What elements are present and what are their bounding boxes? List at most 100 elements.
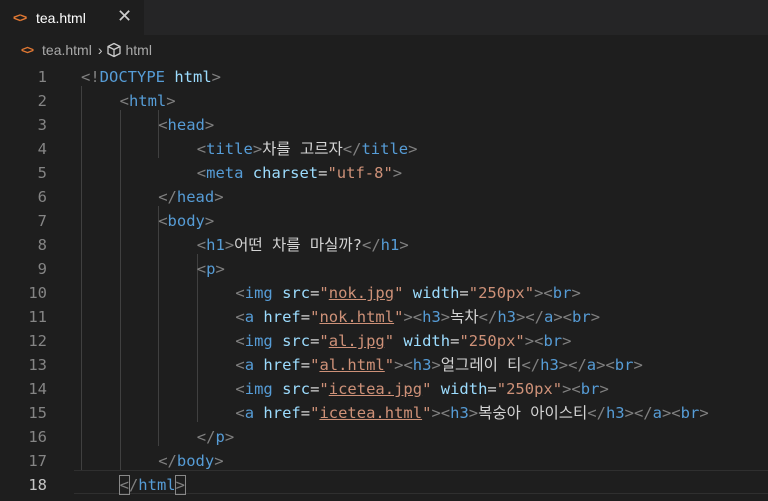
code-token: a <box>652 404 662 422</box>
code-token: br <box>680 404 700 422</box>
code-token: charset <box>243 164 319 182</box>
code-token: ></ <box>624 404 653 422</box>
code-token: a <box>586 356 597 374</box>
code-token: title <box>361 140 409 158</box>
line-number: 15 <box>28 404 47 422</box>
code-token: DOCTYPE <box>99 68 165 86</box>
code-token: br <box>614 356 634 374</box>
code-token: h1 <box>206 236 225 254</box>
code-token: " <box>319 332 329 350</box>
line-number: 16 <box>28 428 47 446</box>
code-token: </ <box>587 404 606 422</box>
code-token: < <box>235 308 245 326</box>
line-number: 7 <box>37 212 47 230</box>
line-number: 4 <box>37 140 47 158</box>
code-line[interactable]: 8 <h1>어떤 차를 마실까?</h1> <box>0 233 768 257</box>
line-number: 3 <box>37 116 47 134</box>
code-token: </ <box>342 140 362 158</box>
code-line[interactable]: 6 </head> <box>0 185 768 209</box>
code-editor[interactable]: 1 <!DOCTYPE html> 2 <html> 3 <head> 4 <title>차를… <box>0 65 768 501</box>
code-token: p <box>215 428 225 446</box>
code-token: body <box>176 452 215 470</box>
code-token: meta <box>206 164 244 182</box>
code-line[interactable]: 3 <head> <box>0 113 768 137</box>
code-line[interactable]: 1 <!DOCTYPE html> <box>0 65 768 89</box>
line-number: 10 <box>28 284 47 302</box>
code-token: >< <box>431 404 451 422</box>
code-line[interactable]: 2 <html> <box>0 89 768 113</box>
tab-tea-html[interactable]: <> tea.html ✕ <box>0 0 144 35</box>
line-number: 9 <box>37 260 47 278</box>
code-token: icetea.jpg <box>328 380 423 398</box>
code-token: h3 <box>605 404 625 422</box>
code-token: >< <box>524 332 544 350</box>
code-token: 차를 고르자 <box>262 140 343 158</box>
code-token: " <box>384 332 395 350</box>
code-token: h3 <box>540 356 559 374</box>
code-line[interactable]: 13 <a href="al.html"><h3>얼그레이 티</h3></a><… <box>0 353 768 377</box>
code-token: > <box>408 140 418 158</box>
code-token: < <box>235 404 245 422</box>
code-token: br <box>552 284 572 302</box>
code-token: html <box>165 68 212 86</box>
code-token: > <box>699 404 709 422</box>
code-text: <meta charset="utf-8"> <box>197 161 402 185</box>
code-line[interactable]: 5 <meta charset="utf-8"> <box>0 161 768 185</box>
close-icon[interactable]: ✕ <box>117 6 132 27</box>
code-text: <head> <box>158 113 214 137</box>
code-token: nok.jpg <box>328 284 395 302</box>
code-token: al.html <box>319 356 385 374</box>
code-line[interactable]: 7 <body> <box>0 209 768 233</box>
code-line[interactable]: 12 <img src="al.jpg" width="250px"><br> <box>0 329 768 353</box>
code-token: img <box>244 332 273 350</box>
code-token: a <box>244 308 255 326</box>
code-token: = <box>487 380 497 398</box>
code-token: > <box>392 164 403 182</box>
code-line[interactable]: 17 </body> <box>0 449 768 473</box>
code-text: <a href="nok.html"><h3>녹차</h3></a><br> <box>235 305 600 329</box>
code-token: 복숭아 아이스티 <box>478 404 588 422</box>
code-token: > <box>633 356 643 374</box>
code-token: 어떤 차를 마실까? <box>234 236 362 254</box>
code-token: = <box>300 356 311 374</box>
code-line[interactable]: 15 <a href="icetea.html"><h3>복숭아 아이스티</h3… <box>0 401 768 425</box>
code-token: </ <box>196 428 216 446</box>
code-line[interactable]: 9 <p> <box>0 257 768 281</box>
code-token: > <box>174 475 186 495</box>
line-number: 1 <box>37 68 47 86</box>
code-line[interactable]: 10 <img src="nok.jpg" width="250px"><br> <box>0 281 768 305</box>
code-token: > <box>211 68 222 86</box>
code-token: < <box>196 260 207 278</box>
code-token: img <box>244 380 273 398</box>
breadcrumb-symbol[interactable]: html <box>126 42 152 58</box>
breadcrumb: <> tea.html › html <box>0 35 768 65</box>
code-token: >< <box>553 308 573 326</box>
code-token: < <box>118 475 130 495</box>
code-line[interactable]: 16 </p> <box>0 425 768 449</box>
code-token: / <box>128 476 139 494</box>
code-line[interactable]: 14 <img src="icetea.jpg" width="250px"><b… <box>0 377 768 401</box>
code-token: width <box>431 380 488 398</box>
code-token: = <box>310 332 320 350</box>
code-token: html <box>128 92 167 110</box>
line-number: 2 <box>37 92 47 110</box>
code-token: < <box>196 236 207 254</box>
breadcrumb-file[interactable]: tea.html <box>42 42 92 58</box>
code-token: title <box>206 140 253 158</box>
code-token: src <box>272 284 311 302</box>
code-token: h3 <box>497 308 516 326</box>
code-text: <img src="nok.jpg" width="250px"><br> <box>235 281 580 305</box>
code-line[interactable]: 4 <title>차를 고르자</title> <box>0 137 768 161</box>
code-token: "utf-8" <box>327 164 393 182</box>
code-token: h3 <box>422 308 441 326</box>
code-token: a <box>244 356 255 374</box>
code-line[interactable]: 18 </html> <box>0 473 768 497</box>
code-token: icetea.html <box>319 404 423 422</box>
code-token: >< <box>534 284 553 302</box>
code-line[interactable]: 11 <a href="nok.html"><h3>녹차</h3></a><br> <box>0 305 768 329</box>
code-token: "250px" <box>496 380 563 398</box>
code-token: >< <box>596 356 615 374</box>
code-token: >< <box>403 308 423 326</box>
code-token: <! <box>81 68 100 86</box>
code-token: head <box>176 188 215 206</box>
